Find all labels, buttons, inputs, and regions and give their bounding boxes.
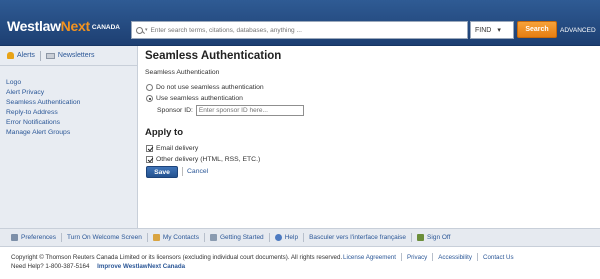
radio-use[interactable]: Use seamless authentication <box>146 95 243 102</box>
footer-divider <box>268 233 270 242</box>
footer-contacts-label: My Contacts <box>162 234 199 241</box>
sidebar-tabs: Alerts Newsletters <box>0 46 137 66</box>
sidebar-item-seamless-authentication[interactable]: Seamless Authentication <box>6 99 80 109</box>
radio-label-on: Use seamless authentication <box>156 95 243 102</box>
footer-getting-started-label: Getting Started <box>219 234 264 241</box>
newsletters-label: Newsletters <box>57 52 95 59</box>
radio-button-on[interactable] <box>146 95 153 102</box>
sidebar: Alerts Newsletters Logo Alert Privacy Se… <box>0 46 138 228</box>
page-title: Seamless Authentication <box>145 50 282 62</box>
other-delivery-option[interactable]: Other delivery (HTML, RSS, ETC.) <box>146 156 260 163</box>
sponsor-id-input[interactable] <box>195 105 304 116</box>
find-select-value: FIND <box>475 26 492 34</box>
footer-legal: Copyright © Thomson Reuters Canada Limit… <box>11 253 342 271</box>
footer-switch-french[interactable]: Basculer vers l'interface française <box>309 234 406 241</box>
main-content: Seamless Authentication Seamless Authent… <box>145 50 304 178</box>
help-line: Need Help? 1-800-387-5164 Improve Westla… <box>11 262 342 271</box>
accessibility-link[interactable]: Accessibility <box>438 254 472 261</box>
contact-us-link[interactable]: Contact Us <box>483 254 514 261</box>
apply-to-heading: Apply to <box>145 127 183 138</box>
advanced-search-link[interactable]: ADVANCED <box>560 27 596 34</box>
footer-sign-off[interactable]: Sign Off <box>417 234 450 241</box>
alerts-label: Alerts <box>17 52 35 59</box>
footer-toolbar: Preferences Turn On Welcome Screen My Co… <box>0 228 600 247</box>
sidebar-item-manage-alert-groups[interactable]: Manage Alert Groups <box>6 129 80 139</box>
need-help-phone: Need Help? 1-800-387-5164 <box>11 263 90 270</box>
radio-button-off[interactable] <box>146 84 153 91</box>
find-select[interactable]: FIND ▾ <box>470 21 514 39</box>
footer-help-label: Help <box>284 234 299 241</box>
search-input[interactable] <box>150 26 451 34</box>
footer-welcome-label: Turn On Welcome Screen <box>67 234 142 241</box>
email-delivery-option[interactable]: Email delivery <box>146 145 198 152</box>
footer-divider <box>303 233 305 242</box>
license-agreement-link[interactable]: License Agreement <box>343 254 396 261</box>
newsletters-tab[interactable]: Newsletters <box>45 52 95 59</box>
chevron-down-icon: ▾ <box>497 27 501 34</box>
footer-french-label: Basculer vers l'interface française <box>309 234 407 241</box>
legal-divider <box>432 253 434 261</box>
help-icon <box>274 234 282 241</box>
newspaper-icon <box>45 52 55 59</box>
alerts-tab[interactable]: Alerts <box>7 52 35 59</box>
legal-links: License Agreement Privacy Accessibility … <box>343 253 514 261</box>
other-delivery-label: Other delivery (HTML, RSS, ETC.) <box>156 156 261 163</box>
search-icon <box>136 26 143 34</box>
footer-divider <box>61 233 63 242</box>
footer-preferences-label: Preferences <box>21 234 57 241</box>
footer-my-contacts[interactable]: My Contacts <box>152 234 199 241</box>
radio-do-not-use[interactable]: Do not use seamless authentication <box>146 84 264 91</box>
footer-getting-started[interactable]: Getting Started <box>209 234 264 241</box>
footer-help[interactable]: Help <box>274 234 299 241</box>
sponsor-id-label: Sponsor ID: <box>157 107 193 114</box>
footer-sign-off-label: Sign Off <box>427 234 451 241</box>
save-button[interactable]: Save <box>146 166 178 178</box>
privacy-link[interactable]: Privacy <box>407 254 427 261</box>
section-subtitle: Seamless Authentication <box>145 69 220 76</box>
legal-divider <box>476 253 478 261</box>
tab-divider <box>39 50 41 61</box>
contacts-icon <box>152 234 160 241</box>
footer-preferences[interactable]: Preferences <box>11 234 56 241</box>
search-button[interactable]: Search <box>517 21 557 38</box>
sidebar-item-error-notifications[interactable]: Error Notifications <box>6 119 80 129</box>
footer-divider <box>203 233 205 242</box>
footer-divider <box>146 233 148 242</box>
search-dropdown-icon[interactable]: ▾ <box>145 27 148 33</box>
westlaw-next-canada-logo[interactable]: WestlawNext CANADA <box>7 18 120 34</box>
radio-label-off: Do not use seamless authentication <box>156 84 264 91</box>
sign-off-icon <box>417 234 425 241</box>
sidebar-item-alert-privacy[interactable]: Alert Privacy <box>6 89 80 99</box>
sidebar-item-logo[interactable]: Logo <box>6 79 80 89</box>
getting-started-icon <box>209 234 217 241</box>
search-box: ▾ <box>131 21 468 39</box>
sidebar-item-reply-to-address[interactable]: Reply-to Address <box>6 109 80 119</box>
email-delivery-label: Email delivery <box>156 145 199 152</box>
email-delivery-checkbox[interactable] <box>146 145 153 152</box>
cancel-link[interactable]: Cancel <box>187 168 208 175</box>
button-divider <box>182 167 183 176</box>
sidebar-links: Logo Alert Privacy Seamless Authenticati… <box>6 79 80 139</box>
top-header: WestlawNextCANADA ▾ FIND ▾ Search ADVANC… <box>0 0 600 46</box>
footer-welcome-screen[interactable]: Turn On Welcome Screen <box>67 234 142 241</box>
alert-bell-icon <box>7 52 14 59</box>
copyright-text: Copyright © Thomson Reuters Canada Limit… <box>11 254 343 261</box>
preferences-icon <box>11 234 18 241</box>
improve-link[interactable]: Improve WestlawNext Canada <box>97 263 185 270</box>
other-delivery-checkbox[interactable] <box>146 156 153 163</box>
legal-divider <box>400 253 402 261</box>
sponsor-id-row: Sponsor ID: <box>157 105 304 116</box>
footer-divider <box>411 233 413 242</box>
